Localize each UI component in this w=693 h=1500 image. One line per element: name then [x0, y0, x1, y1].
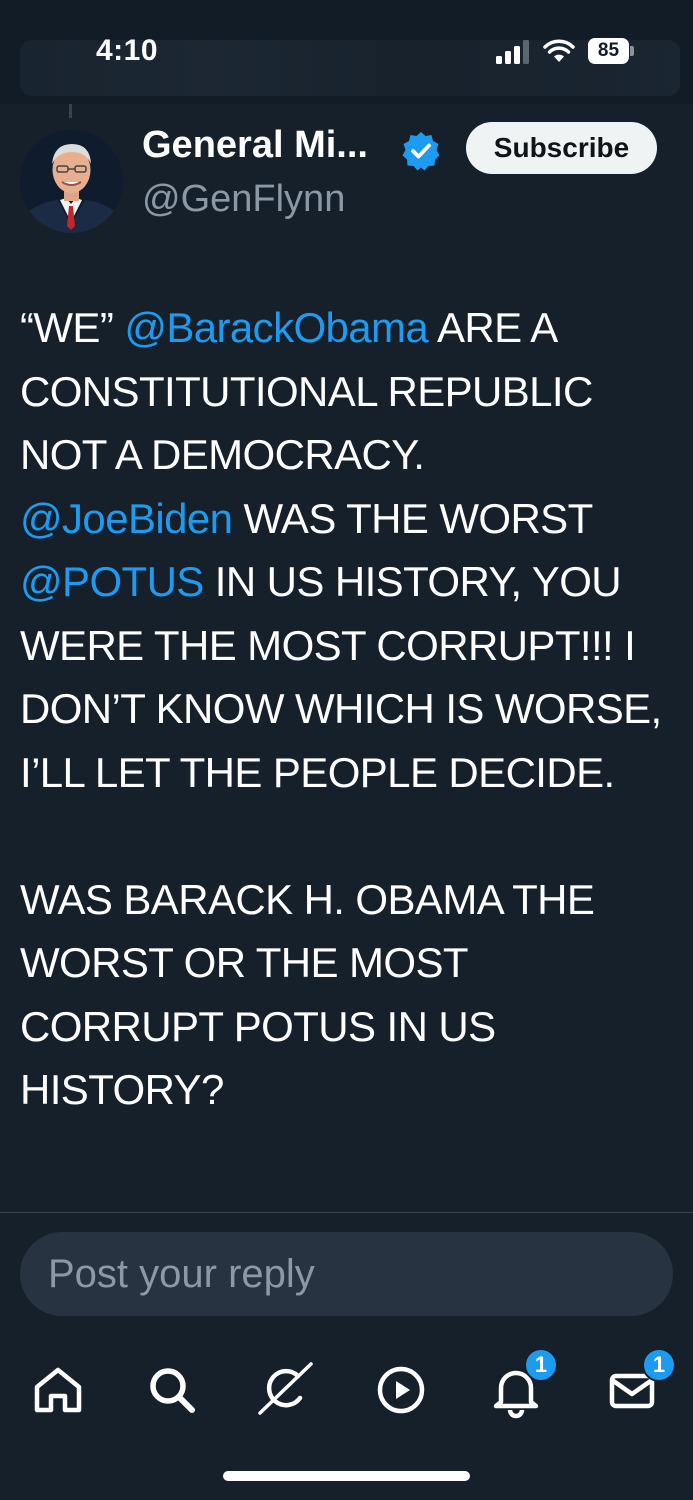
- author-handle[interactable]: @GenFlynn: [142, 178, 345, 221]
- mention-link[interactable]: @JoeBiden: [20, 495, 233, 542]
- nav-grok[interactable]: [256, 1360, 316, 1420]
- battery-icon: 85: [588, 38, 634, 64]
- wifi-icon: [543, 39, 575, 62]
- search-icon: [150, 1368, 195, 1413]
- battery-cap: [630, 46, 634, 56]
- nav-home[interactable]: [28, 1360, 88, 1420]
- nav-messages[interactable]: 1: [602, 1348, 676, 1420]
- subscribe-button[interactable]: Subscribe: [466, 122, 657, 174]
- home-icon: [34, 1367, 82, 1413]
- play-icon: [377, 1366, 425, 1414]
- signal-icon: [496, 40, 529, 64]
- battery-level: 85: [588, 38, 629, 64]
- post-text: “WE” @BarackObama ARE A CONSTITUTIONAL R…: [20, 296, 680, 1122]
- post-text-segment: “WE”: [20, 304, 125, 351]
- nav-video[interactable]: [371, 1360, 431, 1420]
- reply-input[interactable]: [48, 1232, 648, 1316]
- status-bar: 4:10 85: [0, 0, 693, 104]
- mention-link[interactable]: @BarackObama: [124, 304, 428, 351]
- divider: [0, 1212, 693, 1213]
- thread-connector-line: [69, 104, 72, 118]
- nav-notifications[interactable]: 1: [486, 1348, 558, 1420]
- verified-badge-icon: [402, 132, 440, 171]
- post-text-segment: WAS THE WORST: [232, 494, 592, 542]
- author-display-name[interactable]: General Mi...: [142, 124, 368, 167]
- author-avatar[interactable]: [20, 130, 123, 233]
- notifications-badge: 1: [524, 1348, 558, 1382]
- mention-link[interactable]: @POTUS: [20, 558, 204, 605]
- status-time: 4:10: [96, 34, 159, 67]
- home-indicator[interactable]: [223, 1471, 470, 1481]
- reply-composer[interactable]: [20, 1232, 673, 1316]
- grok-icon: [258, 1362, 313, 1415]
- avatar-photo: [20, 130, 123, 233]
- messages-badge: 1: [642, 1348, 676, 1382]
- nav-search[interactable]: [142, 1360, 202, 1420]
- post-text-segment: WAS BARACK H. OBAMA THE WORST OR THE MOS…: [20, 875, 595, 1114]
